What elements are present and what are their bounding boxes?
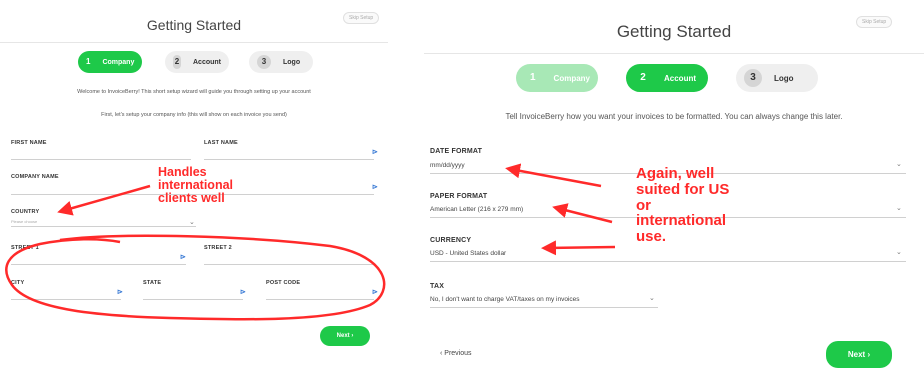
annotation-arrow [552, 203, 613, 224]
annotation-arrow [541, 240, 616, 256]
annotation-arrow [505, 163, 602, 188]
annotation-overlay [5, 163, 616, 321]
annotation-ellipse [5, 234, 386, 321]
annotation-arrow [57, 184, 151, 216]
